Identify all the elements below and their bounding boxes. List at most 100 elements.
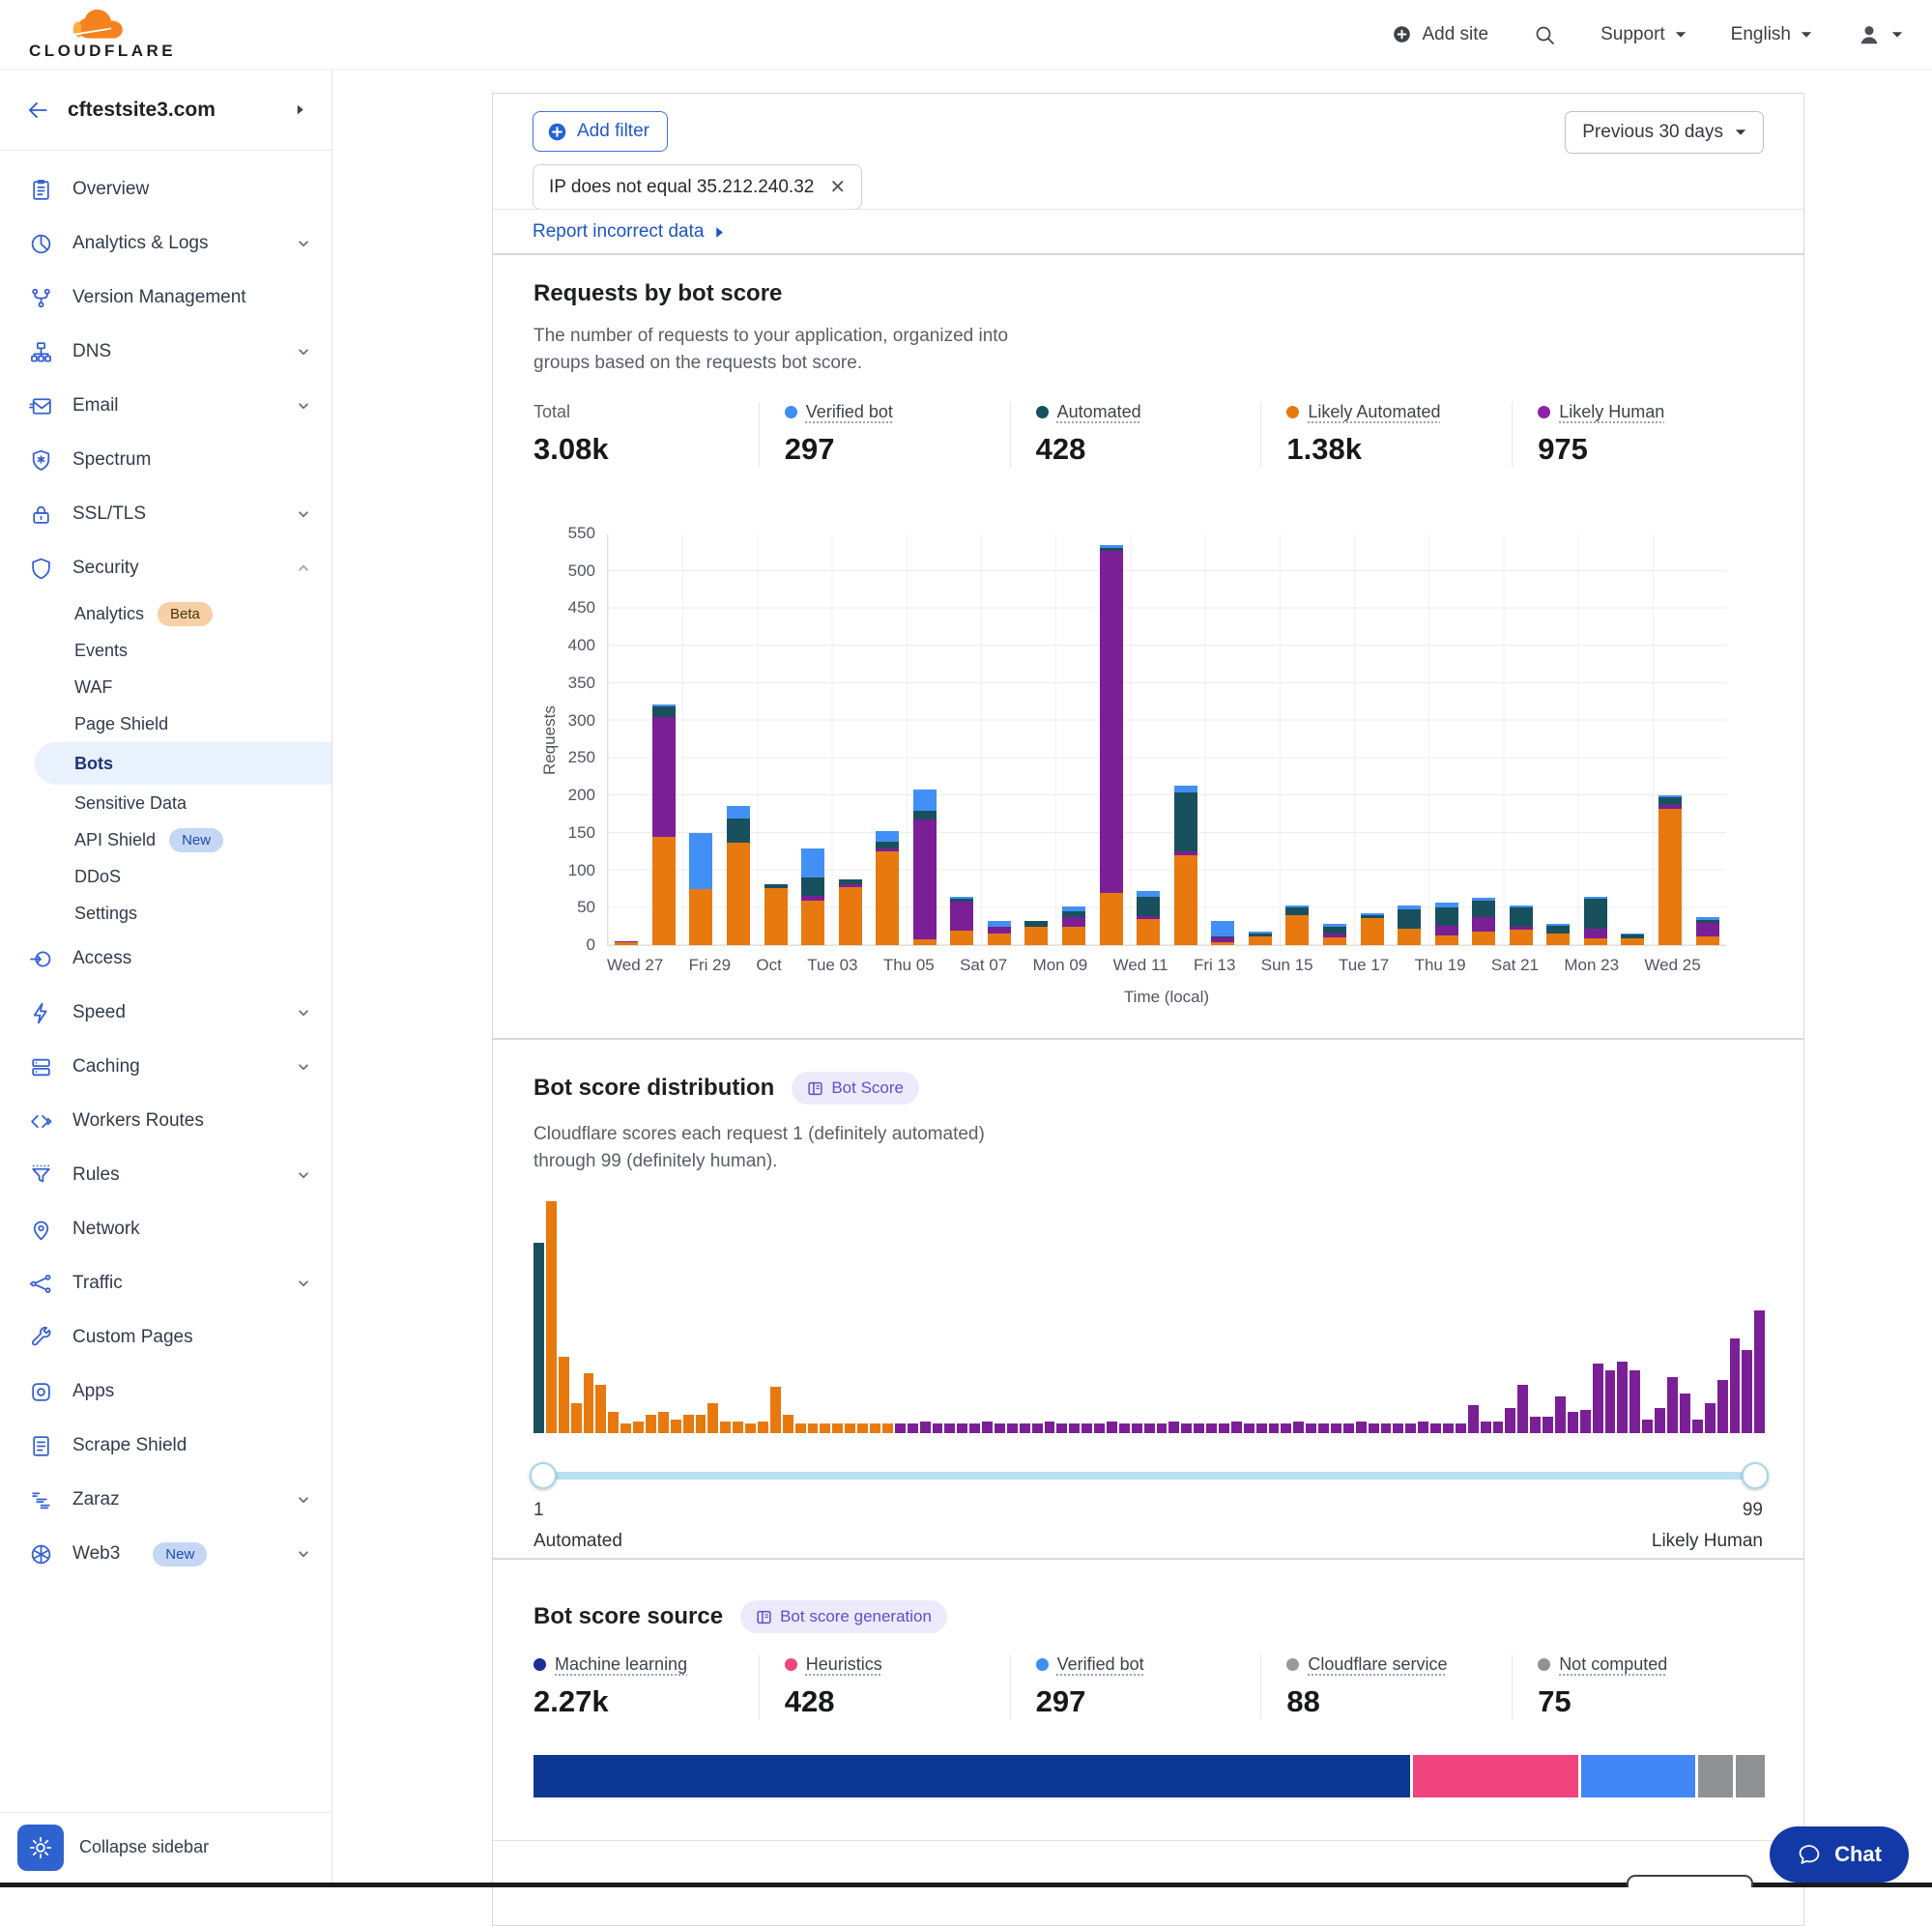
preferences-button[interactable] — [17, 1825, 64, 1871]
sidebar-item-page-shield[interactable]: Page Shield — [0, 705, 332, 742]
chart-bar[interactable] — [1577, 534, 1615, 945]
sidebar-item-bots[interactable]: Bots — [35, 742, 332, 785]
sidebar-item-analytics[interactable]: AnalyticsBeta — [0, 595, 332, 632]
sidebar-item-ssl-tls[interactable]: SSL/TLS — [0, 487, 332, 541]
sidebar-item-web3[interactable]: Web3New — [0, 1527, 332, 1581]
bot-score-docs-badge[interactable]: Bot Score — [792, 1072, 919, 1105]
add-site-button[interactable]: Add site — [1392, 24, 1488, 45]
sidebar-item-events[interactable]: Events — [0, 632, 332, 669]
sidebar-item-apps[interactable]: Apps — [0, 1365, 332, 1419]
slider-min-caption: Automated — [533, 1531, 622, 1552]
chart-bar[interactable] — [1092, 534, 1130, 945]
bar-segment-likely-human — [652, 717, 676, 837]
stat-label-text[interactable]: Verified bot — [1057, 1654, 1144, 1675]
stat-label-text[interactable]: Automated — [1057, 402, 1141, 422]
chart-bar[interactable] — [1540, 534, 1577, 945]
sidebar-item-access[interactable]: Access — [0, 932, 332, 986]
sidebar-item-settings[interactable]: Settings — [0, 895, 332, 932]
stat-label-text[interactable]: Heuristics — [806, 1654, 882, 1675]
chart-bar[interactable] — [907, 534, 944, 945]
chart-bar[interactable] — [1353, 534, 1391, 945]
sidebar-item-network[interactable]: Network — [0, 1202, 332, 1256]
sidebar-item-spectrum[interactable]: Spectrum — [0, 433, 332, 487]
stat-label-text[interactable]: Machine learning — [555, 1654, 687, 1675]
language-menu[interactable]: English — [1731, 24, 1812, 45]
sidebar-item-zaraz[interactable]: Zaraz — [0, 1473, 332, 1527]
bar-segment-likely-human — [913, 819, 937, 939]
chart-bar[interactable] — [682, 534, 720, 945]
report-incorrect-data-link[interactable]: Report incorrect data — [533, 221, 726, 243]
back-arrow-icon[interactable] — [25, 98, 50, 123]
y-tick-label: 500 — [568, 561, 595, 581]
stat-label-text[interactable]: Likely Automated — [1308, 402, 1440, 422]
chart-bar[interactable] — [1242, 534, 1280, 945]
bar-segment-verified-bot — [801, 848, 824, 878]
sidebar-item-dns[interactable]: DNS — [0, 325, 332, 379]
chart-bar[interactable] — [1503, 534, 1541, 945]
filter-chip[interactable]: IP does not equal 35.212.240.32 ✕ — [533, 164, 862, 210]
slider-handle-max[interactable] — [1742, 1462, 1769, 1489]
collapse-sidebar-button[interactable]: Collapse sidebar — [79, 1837, 209, 1857]
histogram-bin-score-54 — [1194, 1423, 1204, 1433]
sidebar-item-email[interactable]: Email — [0, 379, 332, 433]
sidebar-item-custom-pages[interactable]: Custom Pages — [0, 1310, 332, 1365]
chart-bar[interactable] — [1316, 534, 1354, 945]
sidebar-item-version-management[interactable]: Version Management — [0, 271, 332, 325]
chart-bar[interactable] — [1465, 534, 1503, 945]
slider-handle-min[interactable] — [530, 1462, 557, 1489]
chart-bar[interactable] — [1391, 534, 1428, 945]
chart-bar[interactable] — [1652, 534, 1689, 945]
stat-label-text[interactable]: Cloudflare service — [1308, 1654, 1447, 1675]
sidebar-item-workers-routes[interactable]: Workers Routes — [0, 1094, 332, 1148]
stat-label-text[interactable]: Not computed — [1559, 1654, 1667, 1675]
sidebar-item-caching[interactable]: Caching — [0, 1040, 332, 1094]
sidebar-item-speed[interactable]: Speed — [0, 986, 332, 1040]
sidebar-item-overview[interactable]: Overview — [0, 162, 332, 216]
sidebar-item-traffic[interactable]: Traffic — [0, 1256, 332, 1310]
chart-bar[interactable] — [1055, 534, 1093, 945]
sidebar-item-security[interactable]: Security — [0, 541, 332, 595]
date-range-dropdown[interactable]: Previous 30 days — [1565, 111, 1764, 154]
chart-bar[interactable] — [646, 534, 683, 945]
sidebar-item-sensitive-data[interactable]: Sensitive Data — [0, 785, 332, 821]
sidebar-item-ddos[interactable]: DDoS — [0, 858, 332, 895]
chart-bar[interactable] — [1427, 534, 1465, 945]
slider-track[interactable] — [533, 1472, 1765, 1480]
bot-score-generation-docs-badge[interactable]: Bot score generation — [740, 1600, 947, 1633]
x-tick-label: Wed 11 — [1113, 956, 1168, 975]
chart-bar[interactable] — [943, 534, 981, 945]
support-menu[interactable]: Support — [1600, 24, 1687, 45]
add-filter-button[interactable]: Add filter — [533, 111, 668, 152]
histogram-bin-score-51 — [1157, 1423, 1168, 1433]
site-selector[interactable]: cftestsite3.com — [0, 70, 332, 151]
chart-bar[interactable] — [608, 534, 646, 945]
sidebar-item-rules[interactable]: Rules — [0, 1148, 332, 1202]
requests-card-title: Requests by bot score — [533, 280, 782, 307]
chart-bar[interactable] — [1018, 534, 1055, 945]
chart-bar[interactable] — [794, 534, 832, 945]
chart-bar[interactable] — [1279, 534, 1316, 945]
chart-bar[interactable] — [981, 534, 1019, 945]
chart-bar[interactable] — [869, 534, 907, 945]
search-button[interactable] — [1533, 23, 1556, 46]
chat-button[interactable]: Chat — [1770, 1826, 1909, 1883]
account-menu[interactable] — [1857, 22, 1903, 47]
chart-bar[interactable] — [1167, 534, 1204, 945]
chart-bar[interactable] — [831, 534, 869, 945]
sidebar-item-api-shield[interactable]: API ShieldNew — [0, 821, 332, 858]
stat-label-text[interactable]: Verified bot — [806, 402, 893, 422]
stat-label-text[interactable]: Likely Human — [1559, 402, 1664, 422]
chart-bar[interactable] — [1688, 534, 1726, 945]
sidebar-item-analytics-logs[interactable]: Analytics & Logs — [0, 216, 332, 271]
sidebar-item-scrape-shield[interactable]: Scrape Shield — [0, 1419, 332, 1473]
chart-bar[interactable] — [1614, 534, 1652, 945]
remove-filter-icon[interactable]: ✕ — [829, 175, 846, 199]
chart-bar[interactable] — [720, 534, 758, 945]
chart-bar[interactable] — [757, 534, 794, 945]
chart-bar[interactable] — [1130, 534, 1168, 945]
bottom-tab — [1627, 1875, 1753, 1887]
cloudflare-logo[interactable]: CLOUDFLARE — [29, 8, 176, 61]
chart-bar[interactable] — [1204, 534, 1242, 945]
sidebar-item-waf[interactable]: WAF — [0, 669, 332, 705]
score-range-slider[interactable] — [533, 1462, 1765, 1489]
